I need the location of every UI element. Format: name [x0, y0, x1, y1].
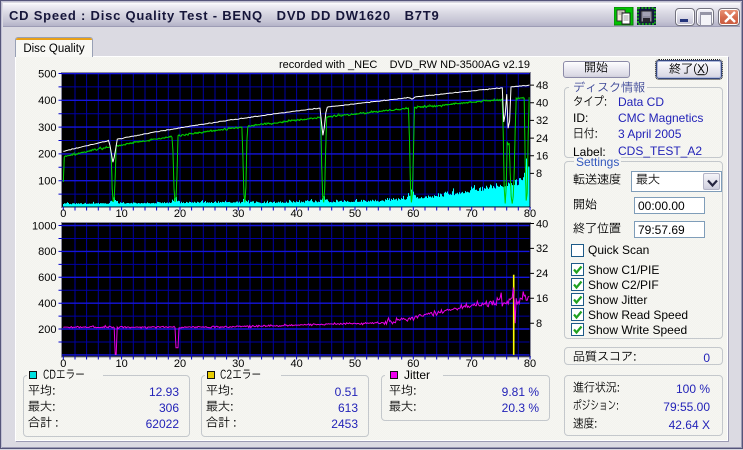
svg-text:500: 500: [38, 68, 56, 80]
svg-text:1000: 1000: [32, 220, 56, 232]
svg-text:20: 20: [174, 358, 186, 370]
svg-text:600: 600: [38, 272, 56, 284]
svg-text:70: 70: [466, 358, 478, 370]
svg-text:70: 70: [466, 208, 478, 220]
svg-text:40: 40: [290, 358, 302, 370]
svg-text:32: 32: [536, 115, 548, 127]
svg-text:20: 20: [174, 208, 186, 220]
svg-text:300: 300: [38, 122, 56, 134]
svg-text:200: 200: [38, 149, 56, 161]
svg-text:8: 8: [536, 168, 542, 180]
svg-text:80: 80: [524, 358, 536, 370]
svg-text:40: 40: [536, 98, 548, 110]
svg-text:48: 48: [536, 80, 548, 92]
svg-text:24: 24: [536, 268, 548, 280]
svg-text:8: 8: [536, 318, 542, 330]
svg-text:30: 30: [232, 208, 244, 220]
svg-text:400: 400: [38, 298, 56, 310]
svg-text:400: 400: [38, 95, 56, 107]
svg-text:16: 16: [536, 151, 548, 163]
svg-text:40: 40: [290, 208, 302, 220]
svg-text:32: 32: [536, 243, 548, 255]
svg-text:10: 10: [115, 208, 127, 220]
svg-text:80: 80: [524, 208, 536, 220]
svg-text:24: 24: [536, 133, 548, 145]
svg-text:40: 40: [536, 218, 548, 230]
svg-text:60: 60: [407, 208, 419, 220]
svg-text:50: 50: [349, 208, 361, 220]
svg-text:100: 100: [38, 176, 56, 188]
svg-text:0: 0: [60, 208, 66, 220]
svg-text:recorded with _NEC DVD_RW N: recorded with _NEC DVD_RW ND-3500AG v2.1…: [279, 59, 530, 71]
svg-text:800: 800: [38, 246, 56, 258]
svg-text:16: 16: [536, 293, 548, 305]
svg-text:200: 200: [38, 324, 56, 336]
svg-text:50: 50: [349, 358, 361, 370]
svg-text:10: 10: [115, 358, 127, 370]
